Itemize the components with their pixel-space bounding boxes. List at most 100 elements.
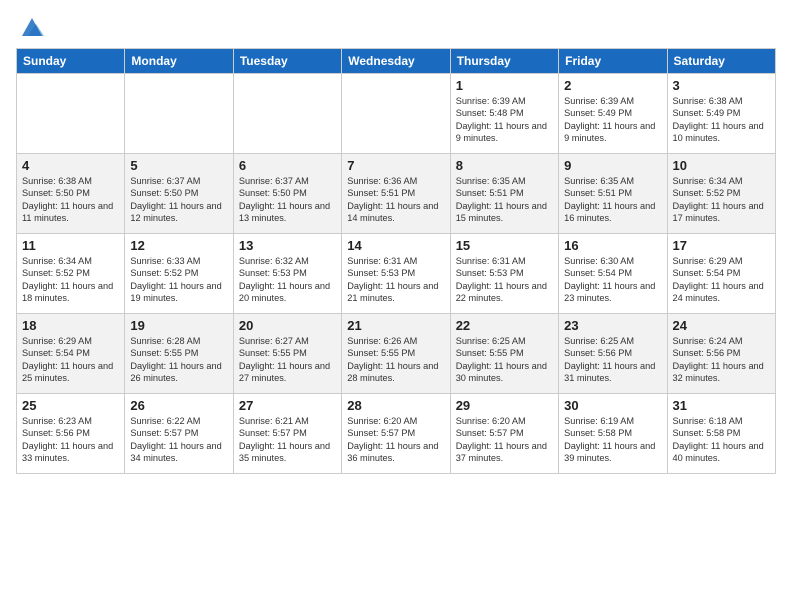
cell-text: Sunrise: 6:38 AM Sunset: 5:49 PM Dayligh… <box>673 95 770 145</box>
day-number: 12 <box>130 238 227 253</box>
calendar-header-friday: Friday <box>559 49 667 74</box>
day-number: 2 <box>564 78 661 93</box>
calendar-cell: 14 Sunrise: 6:31 AM Sunset: 5:53 PM Dayli… <box>342 234 450 314</box>
cell-text: Sunrise: 6:31 AM Sunset: 5:53 PM Dayligh… <box>347 255 444 305</box>
calendar-cell <box>233 74 341 154</box>
calendar-header-monday: Monday <box>125 49 233 74</box>
cell-text: Sunrise: 6:23 AM Sunset: 5:56 PM Dayligh… <box>22 415 119 465</box>
cell-text: Sunrise: 6:29 AM Sunset: 5:54 PM Dayligh… <box>673 255 770 305</box>
calendar-week-5: 25 Sunrise: 6:23 AM Sunset: 5:56 PM Dayli… <box>17 394 776 474</box>
calendar-cell: 26 Sunrise: 6:22 AM Sunset: 5:57 PM Dayli… <box>125 394 233 474</box>
cell-text: Sunrise: 6:18 AM Sunset: 5:58 PM Dayligh… <box>673 415 770 465</box>
calendar-body: 1 Sunrise: 6:39 AM Sunset: 5:48 PM Daylig… <box>17 74 776 474</box>
calendar-cell: 1 Sunrise: 6:39 AM Sunset: 5:48 PM Daylig… <box>450 74 558 154</box>
cell-text: Sunrise: 6:28 AM Sunset: 5:55 PM Dayligh… <box>130 335 227 385</box>
day-number: 28 <box>347 398 444 413</box>
calendar-week-2: 4 Sunrise: 6:38 AM Sunset: 5:50 PM Daylig… <box>17 154 776 234</box>
calendar-cell: 5Sunrise: 6:37 AM Sunset: 5:50 PM Daylig… <box>125 154 233 234</box>
calendar-cell: 29 Sunrise: 6:20 AM Sunset: 5:57 PM Dayli… <box>450 394 558 474</box>
logo-text <box>16 14 46 42</box>
day-number: 29 <box>456 398 553 413</box>
calendar-cell: 28 Sunrise: 6:20 AM Sunset: 5:57 PM Dayli… <box>342 394 450 474</box>
day-number: 9 <box>564 158 661 173</box>
calendar-cell: 20 Sunrise: 6:27 AM Sunset: 5:55 PM Dayli… <box>233 314 341 394</box>
calendar-table: SundayMondayTuesdayWednesdayThursdayFrid… <box>16 48 776 474</box>
calendar-cell: 4 Sunrise: 6:38 AM Sunset: 5:50 PM Daylig… <box>17 154 125 234</box>
day-number: 1 <box>456 78 553 93</box>
cell-text: Sunrise: 6:34 AM Sunset: 5:52 PM Dayligh… <box>673 175 770 225</box>
cell-text: Sunrise: 6:31 AM Sunset: 5:53 PM Dayligh… <box>456 255 553 305</box>
cell-text: Sunrise: 6:22 AM Sunset: 5:57 PM Dayligh… <box>130 415 227 465</box>
cell-text: Sunrise: 6:21 AM Sunset: 5:57 PM Dayligh… <box>239 415 336 465</box>
cell-text: Sunrise: 6:32 AM Sunset: 5:53 PM Dayligh… <box>239 255 336 305</box>
calendar-cell: 23Sunrise: 6:25 AM Sunset: 5:56 PM Dayli… <box>559 314 667 394</box>
cell-text: Sunrise: 6:37 AM Sunset: 5:50 PM Dayligh… <box>239 175 336 225</box>
cell-text: Sunrise: 6:39 AM Sunset: 5:48 PM Dayligh… <box>456 95 553 145</box>
calendar-header-row: SundayMondayTuesdayWednesdayThursdayFrid… <box>17 49 776 74</box>
cell-text: Sunrise: 6:25 AM Sunset: 5:56 PM Dayligh… <box>564 335 661 385</box>
calendar-week-4: 18 Sunrise: 6:29 AM Sunset: 5:54 PM Dayli… <box>17 314 776 394</box>
calendar-cell: 27 Sunrise: 6:21 AM Sunset: 5:57 PM Dayli… <box>233 394 341 474</box>
day-number: 30 <box>564 398 661 413</box>
calendar-header-tuesday: Tuesday <box>233 49 341 74</box>
calendar-cell: 25 Sunrise: 6:23 AM Sunset: 5:56 PM Dayli… <box>17 394 125 474</box>
day-number: 31 <box>673 398 770 413</box>
calendar-cell: 6 Sunrise: 6:37 AM Sunset: 5:50 PM Daylig… <box>233 154 341 234</box>
day-number: 16 <box>564 238 661 253</box>
day-number: 26 <box>130 398 227 413</box>
day-number: 20 <box>239 318 336 333</box>
day-number: 27 <box>239 398 336 413</box>
calendar-cell: 21Sunrise: 6:26 AM Sunset: 5:55 PM Dayli… <box>342 314 450 394</box>
day-number: 13 <box>239 238 336 253</box>
cell-text: Sunrise: 6:25 AM Sunset: 5:55 PM Dayligh… <box>456 335 553 385</box>
calendar-cell: 9 Sunrise: 6:35 AM Sunset: 5:51 PM Daylig… <box>559 154 667 234</box>
day-number: 22 <box>456 318 553 333</box>
day-number: 6 <box>239 158 336 173</box>
calendar-cell: 7 Sunrise: 6:36 AM Sunset: 5:51 PM Daylig… <box>342 154 450 234</box>
day-number: 14 <box>347 238 444 253</box>
calendar-cell: 15Sunrise: 6:31 AM Sunset: 5:53 PM Dayli… <box>450 234 558 314</box>
cell-text: Sunrise: 6:37 AM Sunset: 5:50 PM Dayligh… <box>130 175 227 225</box>
calendar-cell: 31 Sunrise: 6:18 AM Sunset: 5:58 PM Dayli… <box>667 394 775 474</box>
logo <box>16 14 46 42</box>
calendar-cell: 19Sunrise: 6:28 AM Sunset: 5:55 PM Dayli… <box>125 314 233 394</box>
calendar-week-3: 11Sunrise: 6:34 AM Sunset: 5:52 PM Dayli… <box>17 234 776 314</box>
calendar-cell: 3 Sunrise: 6:38 AM Sunset: 5:49 PM Daylig… <box>667 74 775 154</box>
calendar-week-1: 1 Sunrise: 6:39 AM Sunset: 5:48 PM Daylig… <box>17 74 776 154</box>
header <box>16 10 776 42</box>
cell-text: Sunrise: 6:27 AM Sunset: 5:55 PM Dayligh… <box>239 335 336 385</box>
calendar-cell: 17 Sunrise: 6:29 AM Sunset: 5:54 PM Dayli… <box>667 234 775 314</box>
cell-text: Sunrise: 6:35 AM Sunset: 5:51 PM Dayligh… <box>456 175 553 225</box>
calendar-cell: 12 Sunrise: 6:33 AM Sunset: 5:52 PM Dayli… <box>125 234 233 314</box>
cell-text: Sunrise: 6:29 AM Sunset: 5:54 PM Dayligh… <box>22 335 119 385</box>
cell-text: Sunrise: 6:36 AM Sunset: 5:51 PM Dayligh… <box>347 175 444 225</box>
calendar-cell: 16 Sunrise: 6:30 AM Sunset: 5:54 PM Dayli… <box>559 234 667 314</box>
calendar-cell <box>125 74 233 154</box>
calendar-cell: 24Sunrise: 6:24 AM Sunset: 5:56 PM Dayli… <box>667 314 775 394</box>
calendar-cell: 8Sunrise: 6:35 AM Sunset: 5:51 PM Daylig… <box>450 154 558 234</box>
calendar-cell: 2 Sunrise: 6:39 AM Sunset: 5:49 PM Daylig… <box>559 74 667 154</box>
cell-text: Sunrise: 6:26 AM Sunset: 5:55 PM Dayligh… <box>347 335 444 385</box>
day-number: 25 <box>22 398 119 413</box>
day-number: 10 <box>673 158 770 173</box>
cell-text: Sunrise: 6:38 AM Sunset: 5:50 PM Dayligh… <box>22 175 119 225</box>
day-number: 17 <box>673 238 770 253</box>
calendar-cell: 10 Sunrise: 6:34 AM Sunset: 5:52 PM Dayli… <box>667 154 775 234</box>
calendar-cell <box>342 74 450 154</box>
cell-text: Sunrise: 6:35 AM Sunset: 5:51 PM Dayligh… <box>564 175 661 225</box>
cell-text: Sunrise: 6:19 AM Sunset: 5:58 PM Dayligh… <box>564 415 661 465</box>
logo-icon <box>18 14 46 42</box>
calendar-cell: 22 Sunrise: 6:25 AM Sunset: 5:55 PM Dayli… <box>450 314 558 394</box>
calendar-cell: 18 Sunrise: 6:29 AM Sunset: 5:54 PM Dayli… <box>17 314 125 394</box>
calendar-cell: 13 Sunrise: 6:32 AM Sunset: 5:53 PM Dayli… <box>233 234 341 314</box>
day-number: 4 <box>22 158 119 173</box>
cell-text: Sunrise: 6:39 AM Sunset: 5:49 PM Dayligh… <box>564 95 661 145</box>
day-number: 3 <box>673 78 770 93</box>
cell-text: Sunrise: 6:33 AM Sunset: 5:52 PM Dayligh… <box>130 255 227 305</box>
cell-text: Sunrise: 6:30 AM Sunset: 5:54 PM Dayligh… <box>564 255 661 305</box>
day-number: 18 <box>22 318 119 333</box>
cell-text: Sunrise: 6:20 AM Sunset: 5:57 PM Dayligh… <box>347 415 444 465</box>
day-number: 7 <box>347 158 444 173</box>
cell-text: Sunrise: 6:20 AM Sunset: 5:57 PM Dayligh… <box>456 415 553 465</box>
day-number: 24 <box>673 318 770 333</box>
